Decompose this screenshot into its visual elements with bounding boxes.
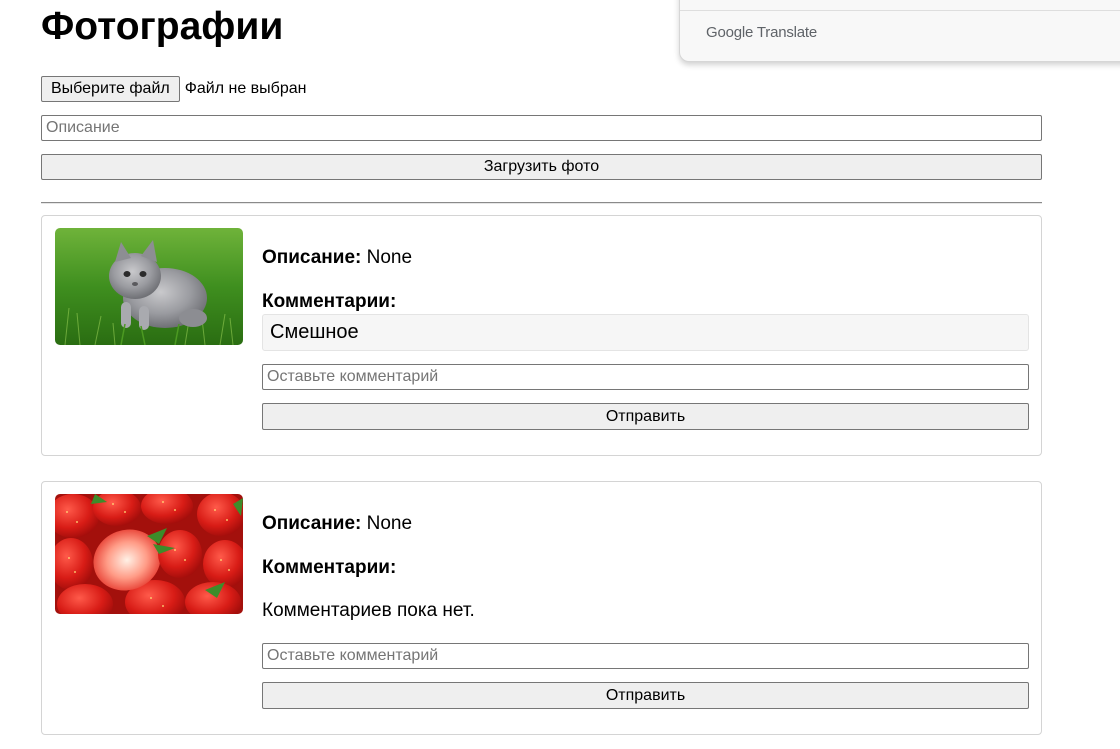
photo-description: Описание: None [262, 513, 412, 535]
photo-description: Описание: None [262, 247, 412, 269]
section-divider [41, 202, 1042, 204]
file-picker: Выберите файл Файл не выбран [41, 76, 306, 102]
description-value: None [366, 513, 413, 534]
comment-input[interactable] [262, 643, 1029, 669]
kitten-photo-image [55, 228, 243, 345]
google-translate-popup: Google Translate [679, 0, 1120, 62]
description-input[interactable] [41, 115, 1042, 141]
description-value: None [366, 247, 413, 268]
page-title: Фотографии [41, 5, 284, 48]
upload-photo-button[interactable]: Загрузить фото [41, 154, 1042, 180]
photo-card: Описание: None Комментарии: Комментариев… [41, 481, 1042, 735]
file-status-text: Файл не выбран [184, 80, 307, 97]
google-translate-brand: Google Translate [706, 24, 818, 41]
comments-heading: Комментарии: [262, 557, 397, 578]
comment-item: Смешное [262, 314, 1029, 351]
no-comments-text: Комментариев пока нет. [262, 600, 475, 621]
description-label: Описание: [262, 247, 362, 268]
photo-card: Описание: None Комментарии: Смешное Отпр… [41, 215, 1042, 456]
choose-file-button[interactable]: Выберите файл [41, 76, 180, 102]
send-comment-button[interactable]: Отправить [262, 682, 1029, 709]
comments-heading: Комментарии: [262, 291, 397, 312]
popup-divider [680, 10, 1120, 11]
description-label: Описание: [262, 513, 362, 534]
comment-input[interactable] [262, 364, 1029, 390]
strawberries-photo-image [55, 494, 243, 614]
send-comment-button[interactable]: Отправить [262, 403, 1029, 430]
